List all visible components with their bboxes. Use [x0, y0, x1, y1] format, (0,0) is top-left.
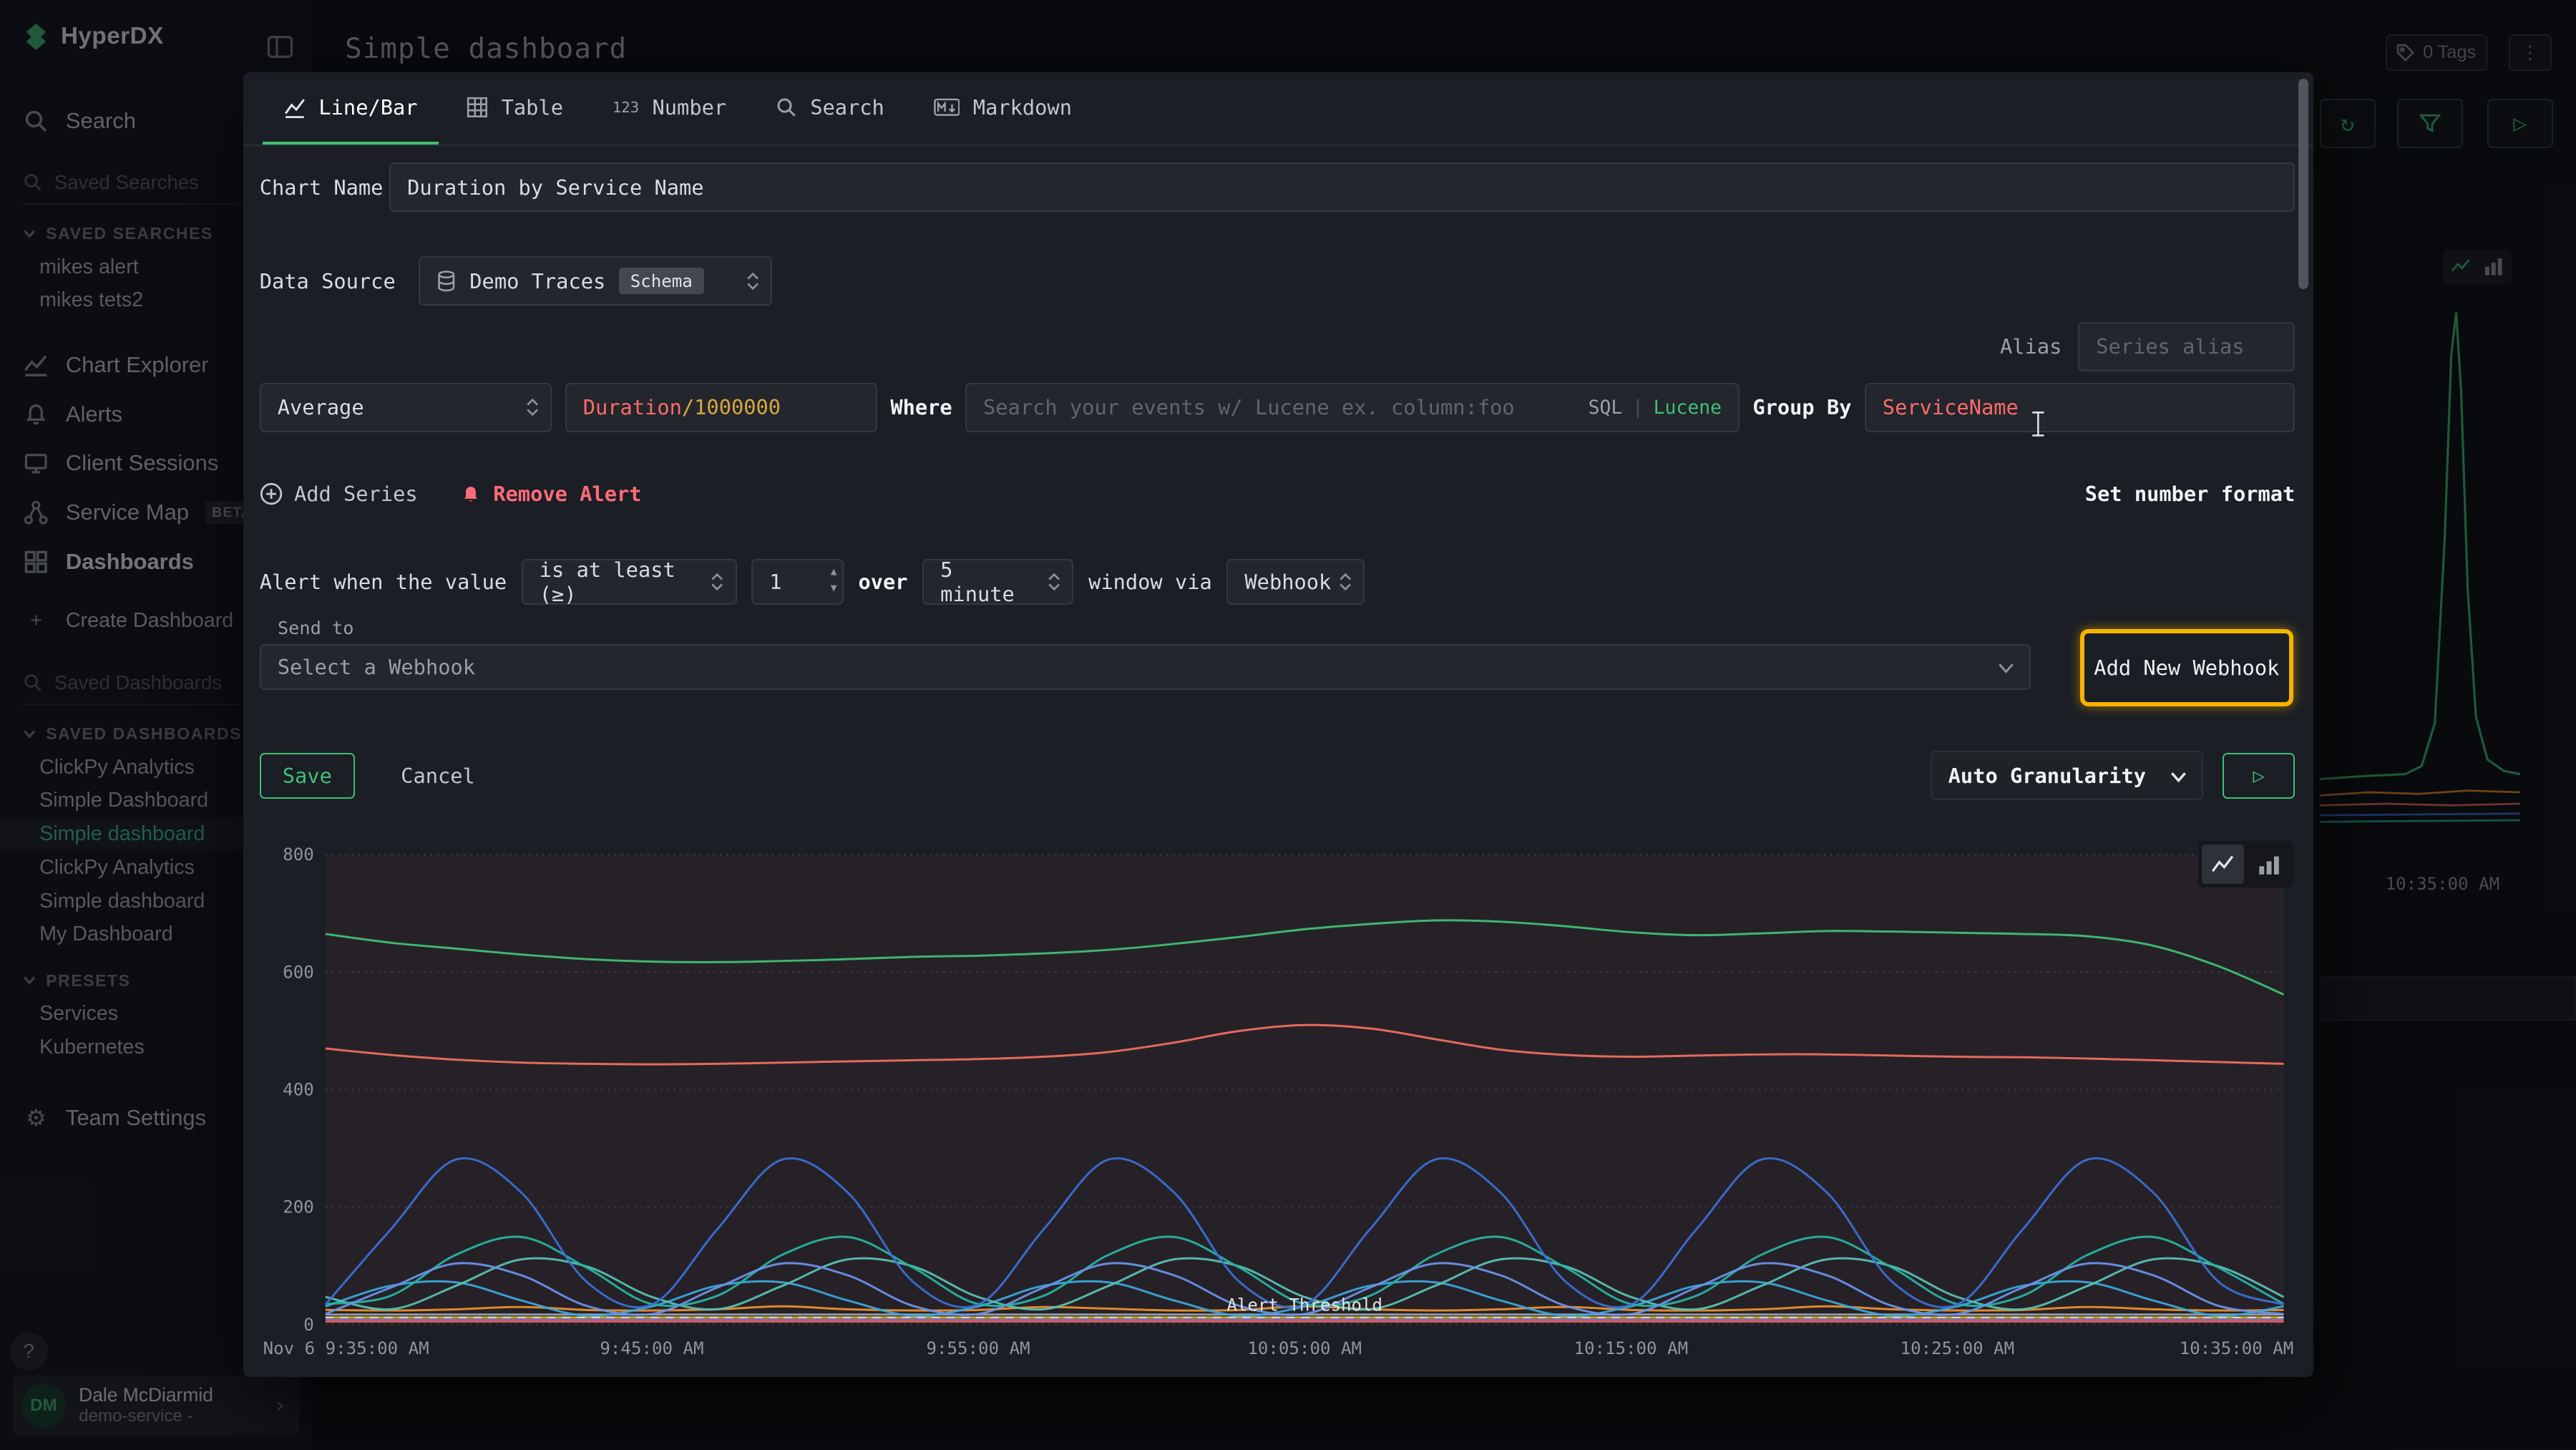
svg-text:Alert Threshold: Alert Threshold [1226, 1295, 1382, 1315]
chart-view-toggles [2198, 841, 2293, 887]
tab-line-bar[interactable]: Line/Bar [263, 72, 439, 145]
window-via-label: window via [1088, 570, 1212, 594]
alert-condition-select[interactable]: is at least (≥) [522, 559, 737, 605]
chevron-updown-icon [746, 271, 759, 291]
chart-name-input[interactable] [389, 162, 2295, 212]
tab-search[interactable]: Search [754, 72, 906, 145]
set-number-format-button[interactable]: Set number format [2085, 482, 2296, 506]
group-by-label: Group By [1752, 395, 1851, 419]
modal-scrollbar[interactable] [2298, 79, 2308, 289]
alert-threshold-input[interactable] [751, 559, 844, 605]
chart-name-label: Chart Name [260, 175, 389, 200]
group-by-input[interactable] [1865, 383, 2296, 432]
alert-prefix-label: Alert when the value [260, 570, 507, 594]
send-to-label: Send to [278, 618, 353, 638]
svg-text:9:45:00 AM: 9:45:00 AM [600, 1338, 703, 1358]
granularity-select[interactable]: Auto Granularity [1931, 751, 2203, 800]
tab-number[interactable]: 123 Number [591, 72, 748, 145]
svg-text:10:25:00 AM: 10:25:00 AM [1900, 1338, 2014, 1358]
field-input[interactable]: Duration/1000000 [565, 383, 877, 432]
alert-channel-select[interactable]: Webhook [1226, 559, 1365, 605]
svg-text:0: 0 [303, 1315, 314, 1335]
svg-text:10:05:00 AM: 10:05:00 AM [1247, 1338, 1362, 1358]
svg-text:800: 800 [283, 845, 314, 865]
line-chart-icon [2211, 853, 2234, 876]
where-label: Where [890, 395, 952, 419]
number-icon: 123 [613, 99, 639, 116]
data-source-select[interactable]: Demo Traces Schema [419, 256, 772, 306]
alert-preview-chart: 0 200 400 600 800 Nov 6 9:35:00 AM 9:45:00 AM 9… [260, 832, 2297, 1367]
over-label: over [858, 570, 907, 594]
sql-toggle[interactable]: SQL [1589, 396, 1623, 419]
svg-text:10:35:00 AM: 10:35:00 AM [2179, 1338, 2293, 1358]
alias-input[interactable] [2078, 322, 2295, 371]
svg-text:200: 200 [283, 1197, 314, 1217]
alert-window-select[interactable]: 5 minute [922, 559, 1073, 605]
svg-text:600: 600 [283, 962, 314, 982]
markdown-icon [934, 97, 960, 117]
data-source-value: Demo Traces [469, 269, 605, 293]
app-root: HyperDX Search Saved Searches SAVED SEAR… [0, 0, 2576, 1449]
chevron-updown-icon [1339, 572, 1352, 592]
chevron-down-icon [2170, 764, 2187, 788]
chevron-updown-icon [1048, 572, 1060, 592]
bar-chart-icon [2258, 853, 2280, 876]
add-series-button[interactable]: Add Series [260, 482, 418, 506]
play-icon: ▷ [2253, 764, 2265, 787]
tab-table[interactable]: Table [446, 72, 585, 145]
plus-circle-icon [260, 482, 283, 505]
number-spinner[interactable]: ▲▼ [831, 563, 837, 596]
data-source-label: Data Source [260, 269, 419, 293]
schema-badge: Schema [619, 268, 704, 294]
chart-type-tabs: Line/Bar Table 123 Number Search Markdow… [243, 72, 2313, 146]
where-placeholder: Search your events w/ Lucene ex. column:… [983, 395, 1515, 419]
svg-text:10:15:00 AM: 10:15:00 AM [1574, 1338, 1688, 1358]
edit-chart-modal: Line/Bar Table 123 Number Search Markdow… [243, 72, 2313, 1377]
line-view-toggle[interactable] [2202, 845, 2245, 884]
chevron-updown-icon [711, 572, 723, 592]
line-chart-icon [284, 97, 306, 118]
add-new-webhook-button[interactable]: Add New Webhook [2080, 629, 2293, 706]
where-search-input[interactable]: Search your events w/ Lucene ex. column:… [965, 383, 1740, 432]
save-button[interactable]: Save [260, 753, 355, 799]
alias-label: Alias [2000, 334, 2062, 359]
aggregation-select[interactable]: Average [260, 383, 552, 432]
run-chart-button[interactable]: ▷ [2223, 753, 2295, 799]
text-cursor [2031, 411, 2046, 444]
cancel-button[interactable]: Cancel [401, 764, 475, 788]
bell-icon [460, 483, 482, 505]
database-icon [436, 271, 457, 292]
search-icon [776, 97, 797, 118]
chevron-updown-icon [526, 398, 539, 418]
svg-text:Nov 6 9:35:00 AM: Nov 6 9:35:00 AM [263, 1338, 429, 1358]
tab-markdown[interactable]: Markdown [912, 72, 1093, 145]
chevron-down-icon [1998, 655, 2014, 679]
table-icon [467, 97, 488, 118]
query-language-switch[interactable]: SQL | Lucene [1589, 384, 1722, 430]
lucene-toggle[interactable]: Lucene [1654, 396, 1722, 419]
webhook-select[interactable]: Select a Webhook [260, 644, 2031, 690]
remove-alert-button[interactable]: Remove Alert [460, 482, 641, 506]
svg-text:9:55:00 AM: 9:55:00 AM [926, 1338, 1030, 1358]
svg-text:400: 400 [283, 1079, 314, 1099]
bar-view-toggle[interactable] [2248, 845, 2290, 884]
